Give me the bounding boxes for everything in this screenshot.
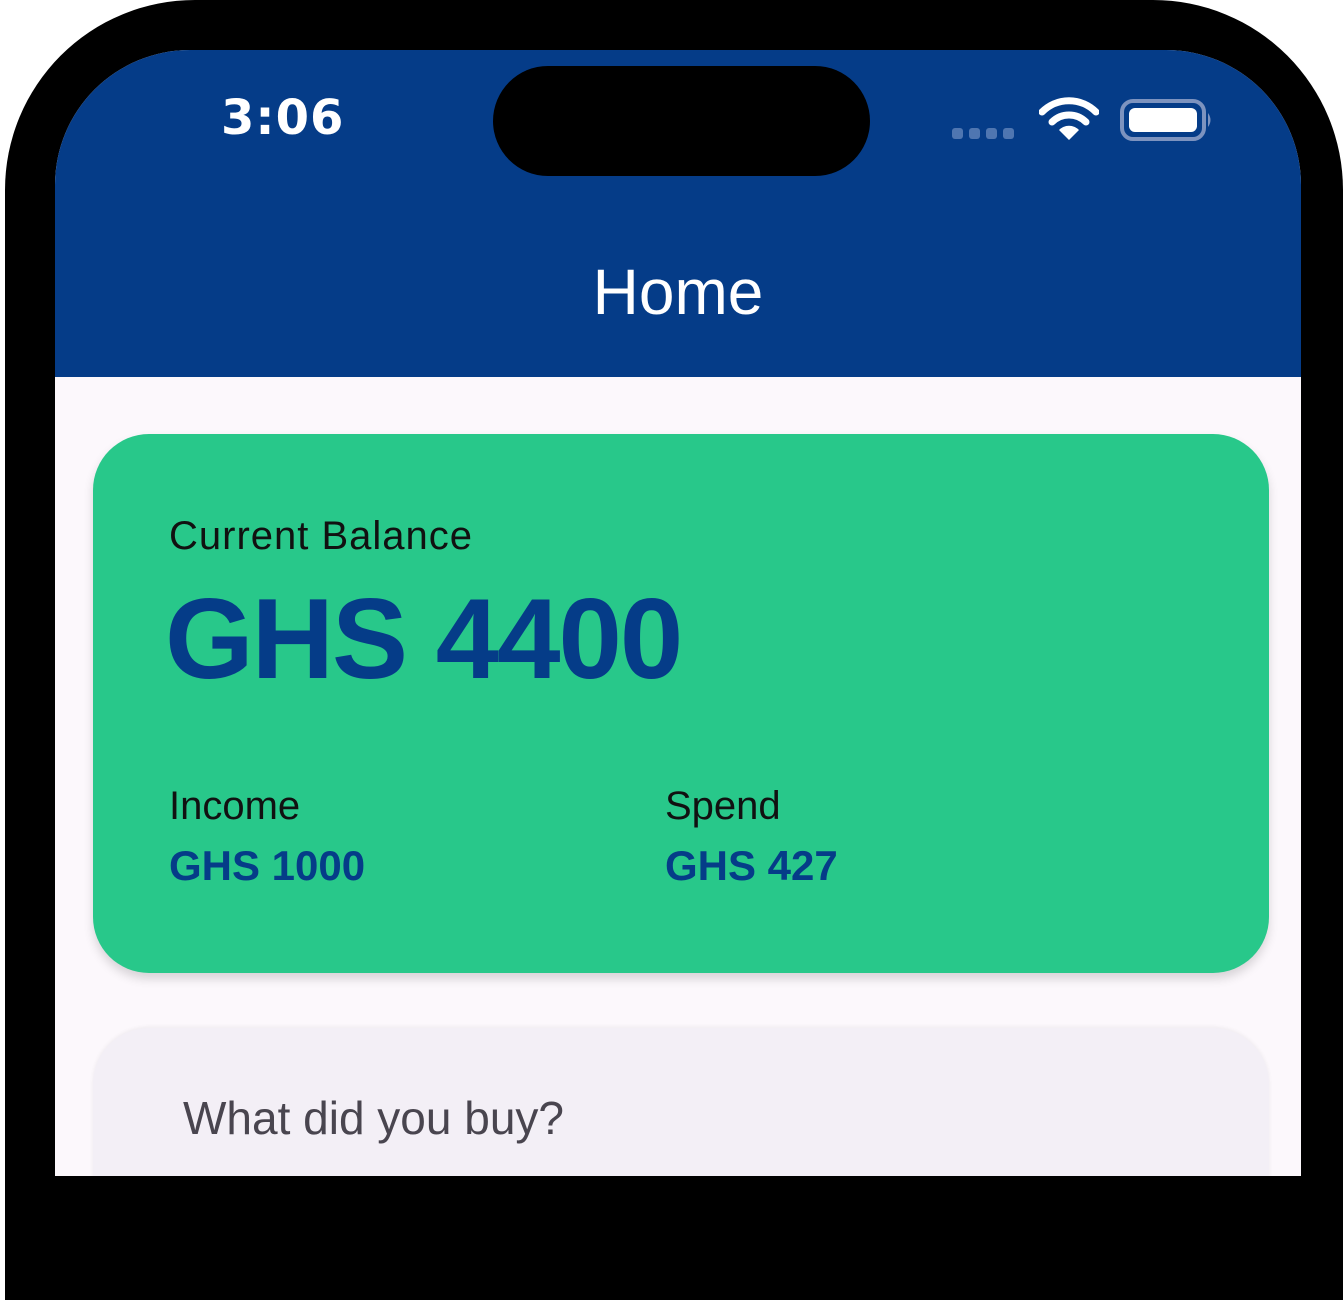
wifi-icon <box>1039 97 1099 140</box>
page-title: Home <box>592 256 764 328</box>
income-value: GHS 1000 <box>169 842 366 889</box>
purchase-item-input[interactable] <box>183 1083 1083 1153</box>
app-bar: 3:06 Home <box>55 50 1301 377</box>
app-screen: 3:06 Home Current Balance GHS 4400 Incom… <box>55 50 1301 1176</box>
battery-icon <box>1120 99 1211 141</box>
dynamic-island <box>493 66 870 176</box>
spend-value: GHS 427 <box>665 842 838 889</box>
status-time: 3:06 <box>221 90 345 146</box>
spend-label: Spend <box>665 784 781 828</box>
current-balance-label: Current Balance <box>169 514 474 558</box>
balance-card: Current Balance GHS 4400 Income GHS 1000… <box>93 434 1269 973</box>
income-label: Income <box>169 784 301 828</box>
purchase-input-card <box>93 1028 1269 1176</box>
signal-dots-icon <box>952 128 1014 139</box>
current-balance-value: GHS 4400 <box>165 576 683 703</box>
